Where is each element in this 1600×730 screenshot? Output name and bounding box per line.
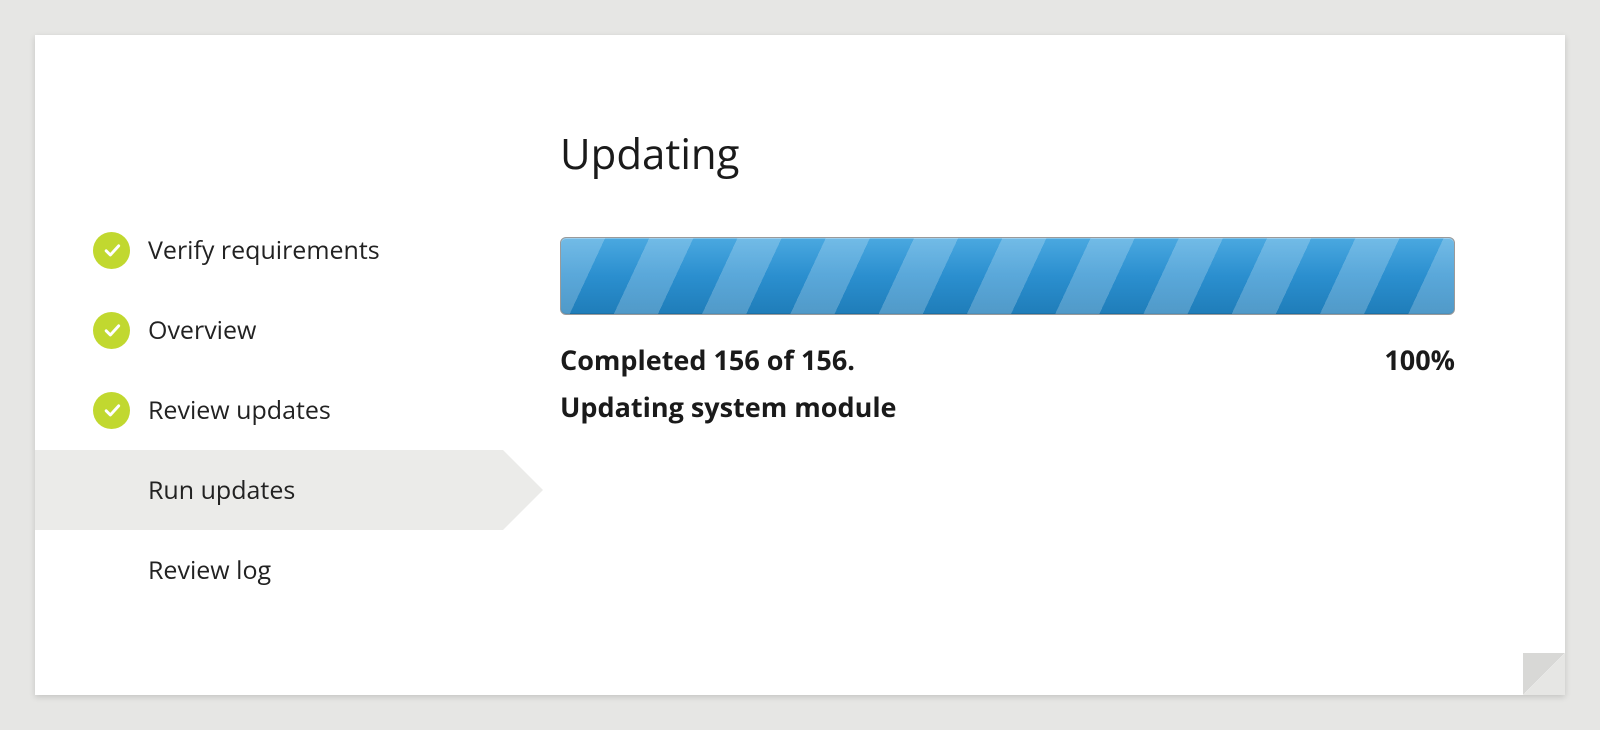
step-label: Overview — [148, 313, 256, 347]
update-card: Verify requirements Overview Review upda… — [35, 35, 1565, 695]
step-label: Review log — [148, 553, 271, 587]
steps-sidebar: Verify requirements Overview Review upda… — [35, 95, 515, 695]
step-overview: Overview — [93, 290, 515, 370]
main-content: Updating Completed 156 of 156. 100% Upda… — [515, 95, 1565, 695]
progress-bar-fill — [561, 238, 1454, 314]
step-review-updates: Review updates — [93, 370, 515, 450]
progress-percent-text: 100% — [1384, 341, 1455, 378]
progress-completed-text: Completed 156 of 156. — [560, 341, 855, 378]
progress-bar — [560, 237, 1455, 315]
page-title: Updating — [560, 125, 1455, 182]
progress-status-text: Updating system module — [560, 388, 1455, 425]
step-run-updates: Run updates — [35, 450, 503, 530]
check-icon — [93, 392, 130, 429]
check-icon — [93, 232, 130, 269]
step-label: Run updates — [148, 473, 295, 507]
step-verify-requirements: Verify requirements — [93, 210, 515, 290]
step-label: Review updates — [148, 393, 331, 427]
step-review-log: Review log — [93, 530, 515, 610]
step-label: Verify requirements — [148, 233, 380, 267]
progress-row: Completed 156 of 156. 100% — [560, 341, 1455, 378]
check-icon — [93, 312, 130, 349]
